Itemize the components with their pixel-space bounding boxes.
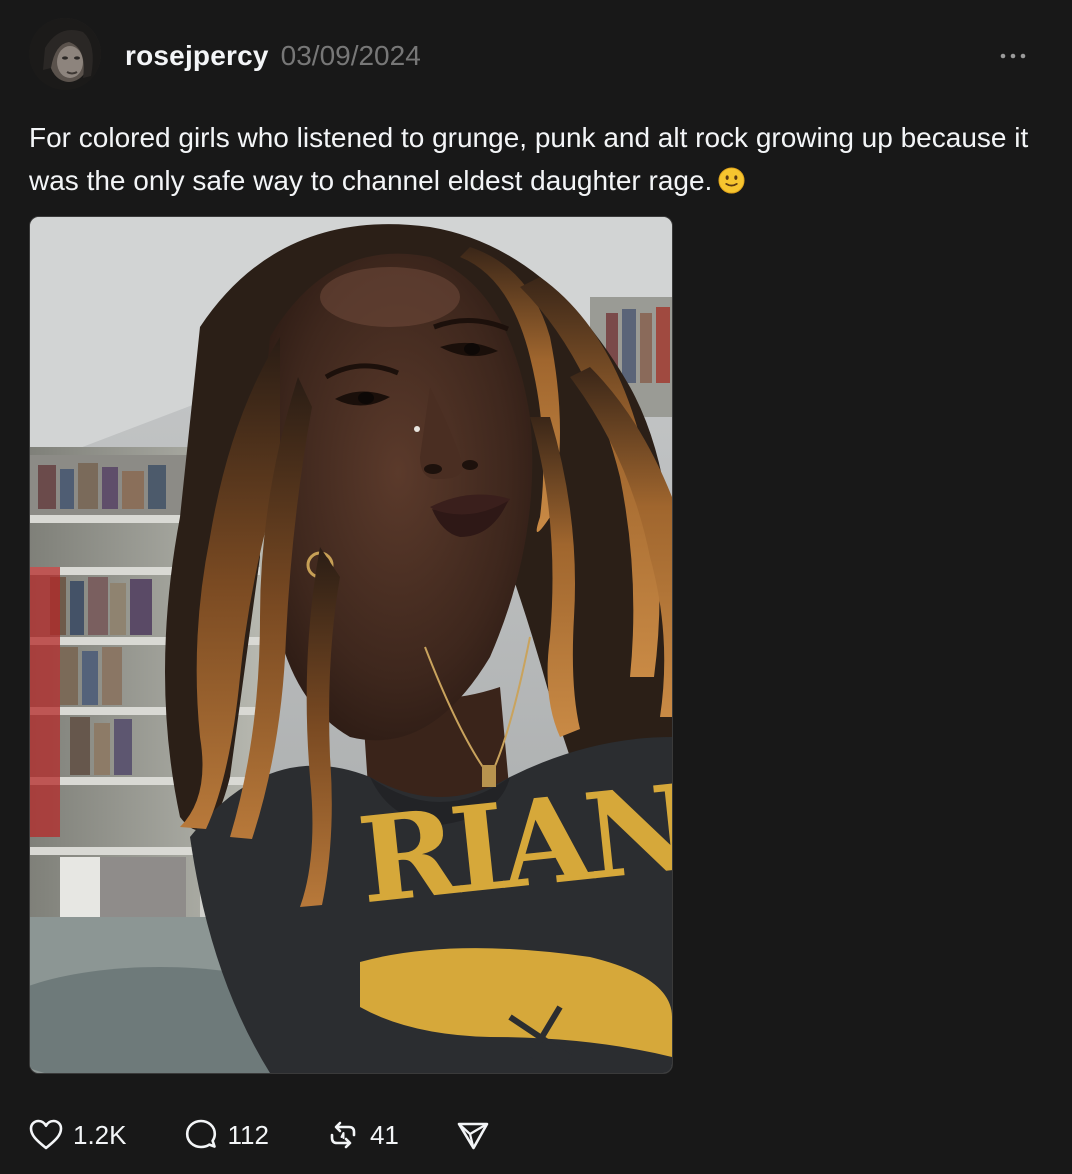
speech-bubble-icon [185,1119,216,1149]
post-actions: 1.2K 112 41 [28,1114,491,1156]
post-timestamp: 03/09/2024 [280,40,421,71]
post-caption: For colored girls who listened to grunge… [29,116,1039,202]
caption-text: For colored girls who listened to grunge… [29,122,1029,196]
share-button[interactable] [455,1117,491,1153]
repost-button[interactable]: 41 [325,1117,399,1153]
like-button[interactable]: 1.2K [28,1117,127,1153]
reply-count: 112 [227,1119,269,1150]
reply-button[interactable]: 112 [183,1117,269,1153]
like-count: 1.2K [73,1119,127,1150]
repost-icon [330,1121,356,1149]
photo-image: RIANA [30,217,672,1073]
heart-icon [29,1119,63,1150]
slightly-smiling-face-emoji [718,167,745,194]
avatar[interactable] [29,18,101,90]
post-header: rosejpercy 03/09/2024 [125,36,421,76]
post-photo[interactable]: RIANA [29,216,673,1074]
more-horizontal-icon [1000,53,1026,59]
send-icon [457,1122,489,1150]
avatar-image [29,18,101,90]
repost-count: 41 [369,1119,399,1150]
username-link[interactable]: rosejpercy [125,40,269,72]
more-options-button[interactable] [996,42,1030,70]
thread-post: rosejpercy 03/09/2024 For colored girls … [0,0,1072,1174]
